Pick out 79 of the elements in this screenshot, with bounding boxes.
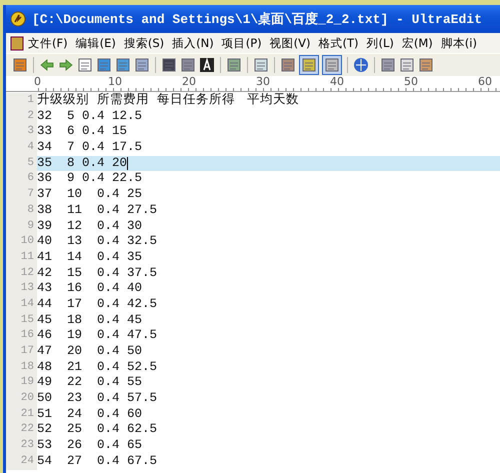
line-number: 12 (6, 266, 37, 282)
ruler-number: 60 (478, 76, 493, 90)
line-text: 52 25 0.4 62.5 (37, 422, 158, 438)
text-cursor (127, 157, 128, 170)
line-number: 20 (6, 391, 37, 407)
menu-item[interactable]: 插入(N) (168, 36, 218, 50)
line-text: 39 12 0.4 30 (37, 218, 142, 234)
app-menu-icon[interactable] (10, 35, 24, 51)
line-number: 11 (6, 250, 37, 266)
line-text: 37 10 0.4 25 (37, 187, 142, 203)
line-number: 5 (6, 156, 37, 172)
line-text: 34 7 0.4 17.5 (37, 140, 142, 156)
line-text: 38 11 0.4 27.5 (37, 202, 158, 219)
ruler-number: 50 (404, 76, 419, 90)
menu-item[interactable]: 文件(F) (24, 36, 72, 50)
line-text: 44 17 0.4 42.5 (37, 296, 158, 313)
line-text: 50 23 0.4 57.5 (37, 391, 158, 407)
line-text: 32 5 0.4 12.5 (37, 108, 142, 124)
line-number: 15 (6, 312, 37, 328)
tool-icon[interactable] (226, 57, 242, 73)
line-text: 升级级别 所需费用 每日任务所得 平均天数 (37, 93, 300, 109)
line-text: 43 16 0.4 40 (37, 281, 142, 297)
line-text: 47 20 0.4 50 (37, 344, 142, 360)
line-text: 36 9 0.4 22.5 (37, 171, 142, 188)
app-logo-icon (10, 11, 26, 27)
tool-icon[interactable] (12, 57, 28, 73)
line-text: 40 13 0.4 32.5 (37, 234, 158, 250)
line-number: 2 (6, 108, 37, 124)
line-number: 14 (6, 296, 37, 313)
line-text: 42 15 0.4 37.5 (37, 266, 158, 282)
text-editor[interactable] (6, 92, 500, 473)
line-number: 13 (6, 281, 37, 297)
line-number: 8 (6, 202, 37, 218)
line-number: 10 (6, 234, 37, 250)
line-number: 24 (6, 454, 37, 470)
line-text: 35 8 0.4 20 (37, 156, 128, 172)
line-number: 19 (6, 375, 37, 392)
ruler-number: 10 (108, 76, 123, 90)
tool-icon[interactable] (280, 57, 296, 73)
menu-item[interactable]: 脚本(i) (436, 36, 481, 50)
ruler-number: 20 (182, 76, 197, 90)
menu-item[interactable]: 搜索(S) (120, 36, 168, 50)
window-title: [C:\Documents and Settings\1\桌面\百度_2_2.txt] - UltraEdit (32, 10, 482, 28)
line-number: 18 (6, 360, 37, 376)
line-number: 7 (6, 187, 37, 203)
menu-item[interactable]: 视图(V) (266, 36, 314, 50)
globe-icon[interactable] (353, 57, 369, 73)
menu-item[interactable]: 格式(T) (314, 36, 362, 50)
line-text: 51 24 0.4 60 (37, 406, 142, 422)
ruler-number: 30 (256, 76, 271, 90)
line-text: 46 19 0.4 47.5 (37, 328, 158, 344)
menu-item[interactable]: 列(L) (362, 36, 398, 50)
line-number: 4 (6, 140, 37, 156)
line-text: 45 18 0.4 45 (37, 312, 142, 328)
line-text: 54 27 0.4 67.5 (37, 454, 158, 470)
forward-arrow-icon[interactable] (58, 57, 74, 73)
line-text: 48 21 0.4 52.5 (37, 360, 158, 376)
ruler-number: 0 (34, 76, 42, 90)
line-number: 9 (6, 218, 37, 234)
menu-item[interactable]: 宏(M) (398, 36, 437, 50)
line-number: 6 (6, 171, 37, 188)
ruler-number: 40 (330, 76, 345, 90)
line-number: 23 (6, 438, 37, 454)
menu-item[interactable]: 编辑(E) (72, 36, 120, 50)
line-text: 33 6 0.4 15 (37, 124, 128, 140)
menu-item[interactable]: 项目(P) (218, 36, 266, 50)
letter-icon[interactable] (199, 57, 215, 73)
page-icon[interactable] (77, 57, 93, 73)
line-text: 53 26 0.4 65 (37, 438, 142, 454)
tool-icon[interactable] (253, 57, 269, 73)
line-number: 1 (6, 93, 37, 109)
line-number: 21 (6, 406, 37, 422)
line-number: 16 (6, 328, 37, 344)
line-text: 41 14 0.4 35 (37, 250, 142, 266)
line-number: 22 (6, 422, 37, 438)
line-number: 3 (6, 124, 37, 140)
back-arrow-icon[interactable] (39, 57, 55, 73)
line-text: 49 22 0.4 55 (37, 375, 142, 392)
line-number: 17 (6, 344, 37, 360)
